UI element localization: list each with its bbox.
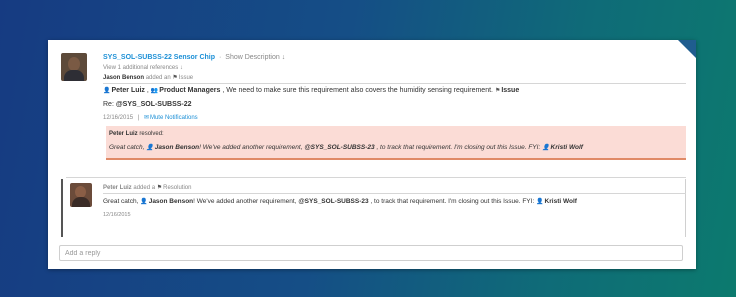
- post-type-label: Issue: [178, 75, 194, 81]
- additional-references-link[interactable]: View 1 additional references ↓: [103, 65, 183, 71]
- comment-text-3: , to track that requirement. I'm closing…: [370, 198, 535, 205]
- re-reference-link[interactable]: @SYS_SOL-SUBSS-22: [116, 101, 192, 108]
- reply-input[interactable]: [59, 245, 683, 261]
- mute-notifications-button[interactable]: ✉Mute Notifications: [144, 115, 198, 121]
- mail-icon: ✉: [143, 115, 149, 121]
- mention-peter-luiz[interactable]: Peter Luiz: [111, 87, 144, 94]
- avatar-peter-luiz[interactable]: [70, 183, 92, 207]
- resolved-mention-jason[interactable]: Jason Benson: [155, 144, 199, 151]
- show-description-link[interactable]: Show Description ↓: [225, 54, 285, 61]
- thread-indicator: [61, 179, 63, 237]
- feed-card: SYS_SOL-SUBSS-22 Sensor Chip · Show Desc…: [48, 40, 696, 269]
- user-icon: 👤: [536, 199, 544, 205]
- resolved-reference-link[interactable]: @SYS_SOL-SUBSS-23: [304, 144, 374, 151]
- header-divider: [103, 83, 686, 84]
- title-separator: ·: [218, 54, 222, 61]
- thread-border: [685, 179, 686, 237]
- post-action: added an: [145, 75, 171, 81]
- re-prefix: Re:: [103, 101, 114, 108]
- group-icon: 👥: [150, 88, 159, 94]
- comment-text-2: ! We've added another requirement,: [193, 198, 297, 205]
- resolved-summary: Peter Luiz resolved: Great catch, 👤Jason…: [106, 126, 686, 160]
- resolved-text-2: ! We've added another requirement,: [199, 144, 303, 151]
- flag-icon: ⚑: [156, 185, 163, 191]
- post-message-tag: Issue: [501, 87, 520, 94]
- resolved-text-1: Great catch,: [109, 144, 145, 151]
- resolved-mention-kristi[interactable]: Kristi Wolf: [551, 144, 583, 151]
- corner-flag-icon: [678, 40, 696, 58]
- user-icon: 👤: [146, 145, 154, 151]
- resolved-text-3: , to track that requirement. I'm closing…: [376, 144, 541, 151]
- post-message: , We need to make sure this requirement …: [222, 87, 493, 94]
- flag-icon: ⚑: [172, 75, 178, 81]
- user-icon: 👤: [103, 88, 111, 94]
- resolved-author[interactable]: Peter Luiz: [109, 131, 138, 137]
- comment-reference-link[interactable]: @SYS_SOL-SUBSS-23: [298, 198, 368, 205]
- post-date: 12/16/2015: [103, 115, 134, 121]
- user-icon: 👤: [542, 145, 550, 151]
- comment-divider: [103, 193, 686, 194]
- comment-author[interactable]: Peter Luiz: [103, 185, 132, 191]
- comment-text-1: Great catch,: [103, 198, 139, 205]
- avatar-jason-benson[interactable]: [61, 53, 87, 81]
- comment-action: added a: [133, 185, 156, 191]
- post-title-link[interactable]: SYS_SOL-SUBSS-22 Sensor Chip: [103, 54, 215, 61]
- user-icon: 👤: [140, 199, 148, 205]
- comment-date: 12/16/2015: [103, 212, 131, 218]
- mention-product-managers[interactable]: Product Managers: [159, 87, 220, 94]
- comment-type-label: Resolution: [163, 185, 192, 191]
- comment-mention-kristi[interactable]: Kristi Wolf: [545, 198, 577, 205]
- issue-flag-icon: ⚑: [494, 88, 501, 94]
- resolved-status: resolved:: [139, 131, 164, 137]
- post-author[interactable]: Jason Benson: [103, 75, 144, 81]
- thread-divider: [66, 177, 686, 178]
- comment-mention-jason[interactable]: Jason Benson: [149, 198, 193, 205]
